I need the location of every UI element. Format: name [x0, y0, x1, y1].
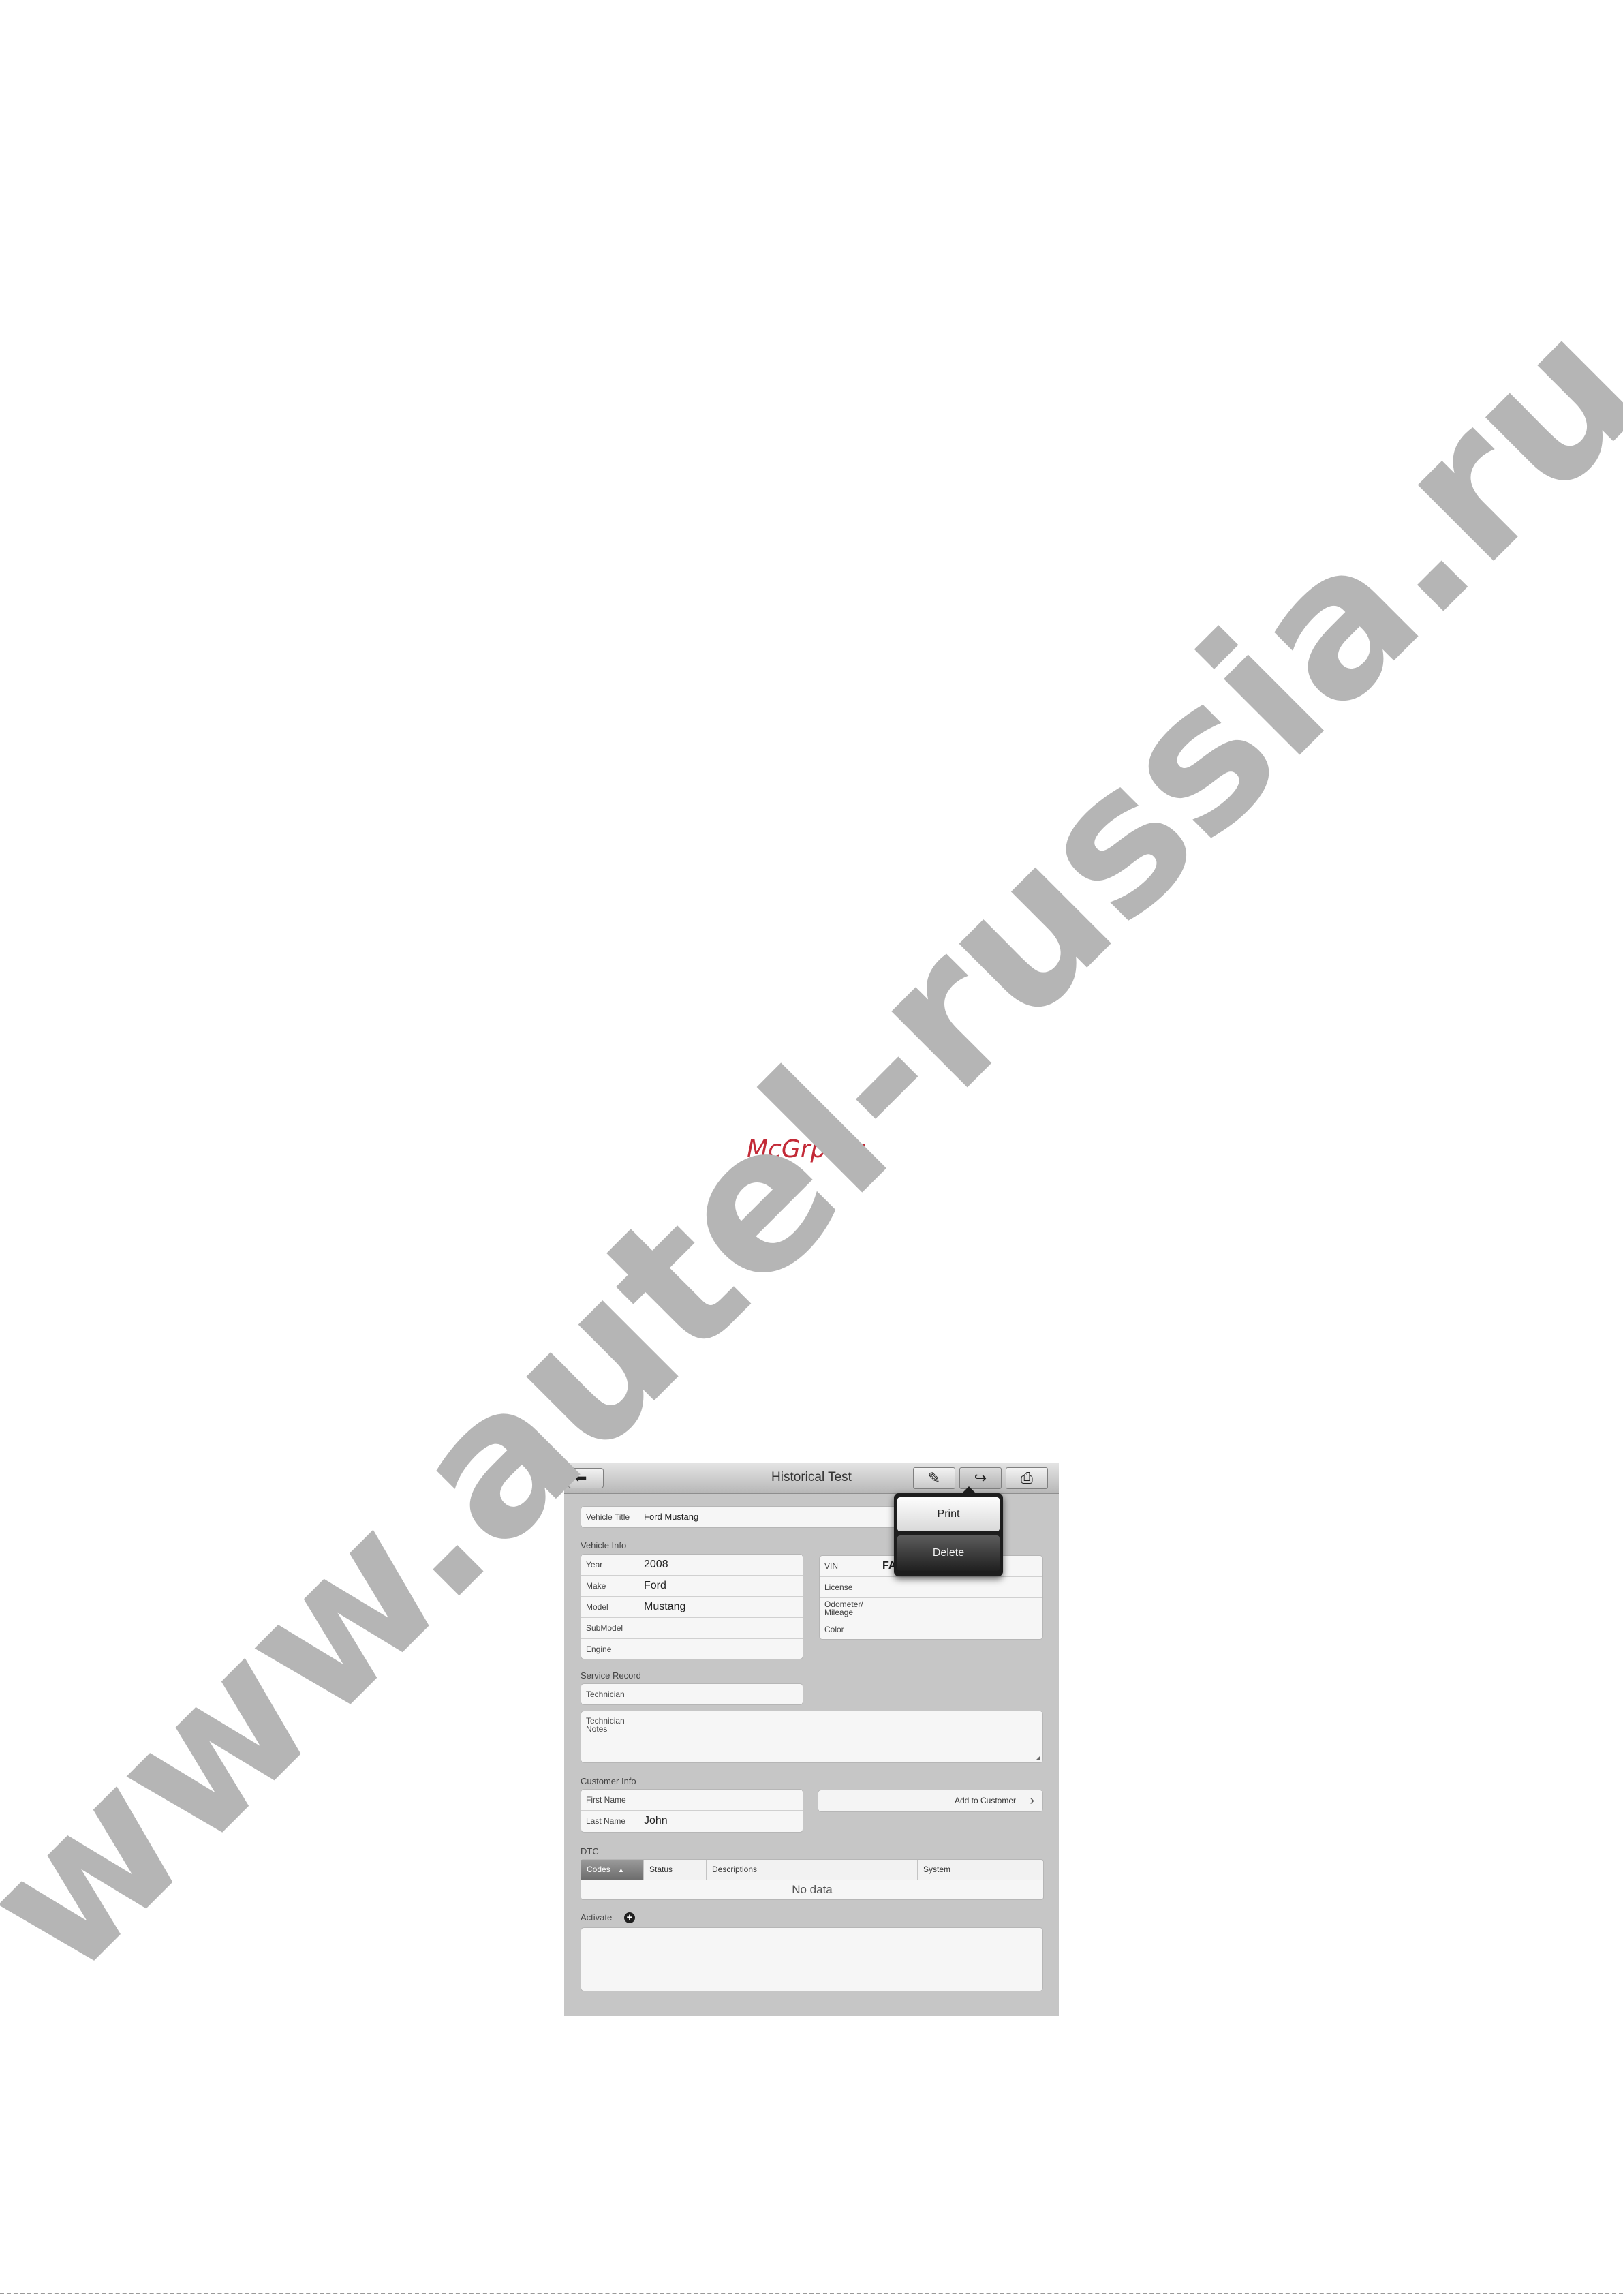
- first-name-label: First Name: [586, 1795, 626, 1805]
- engine-label: Engine: [586, 1644, 612, 1654]
- vehicle-info-left-group: Year 2008 Make Ford Model Mustang SubMod…: [581, 1554, 803, 1659]
- technician-notes-label: Technician Notes: [586, 1716, 625, 1734]
- chevron-right-icon: ›: [1030, 1793, 1034, 1808]
- edit-button[interactable]: ✎: [913, 1467, 955, 1489]
- vehicle-info-title: Vehicle Info: [581, 1540, 627, 1550]
- mcgrp-watermark: McGrp.Ru: [747, 1135, 867, 1163]
- activate-label: Activate: [581, 1912, 613, 1923]
- page-title: Historical Test: [771, 1470, 852, 1484]
- first-name-field[interactable]: First Name: [581, 1790, 803, 1811]
- add-circle-icon[interactable]: +: [624, 1912, 635, 1923]
- dtc-table-header: Codes ▲ Status Descriptions System: [581, 1859, 1044, 1880]
- share-popover-menu: Print Delete: [894, 1486, 1003, 1576]
- year-field[interactable]: Year 2008: [581, 1555, 803, 1576]
- service-record-title: Service Record: [581, 1670, 641, 1681]
- print-button[interactable]: ⎙: [1006, 1467, 1048, 1489]
- back-button[interactable]: ⬅: [568, 1468, 604, 1488]
- submodel-field[interactable]: SubModel: [581, 1618, 803, 1639]
- technician-field[interactable]: Technician: [581, 1683, 803, 1705]
- make-field[interactable]: Make Ford: [581, 1576, 803, 1597]
- license-field[interactable]: License: [820, 1577, 1042, 1598]
- dtc-column-codes[interactable]: Codes ▲: [581, 1860, 644, 1880]
- last-name-label: Last Name: [586, 1816, 626, 1826]
- share-icon: ↪: [974, 1469, 987, 1486]
- last-name-value: John: [644, 1815, 668, 1826]
- dtc-column-system-label: System: [923, 1865, 951, 1874]
- license-label: License: [824, 1582, 853, 1592]
- model-label: Model: [586, 1602, 608, 1612]
- back-arrow-icon: ⬅: [574, 1469, 587, 1486]
- model-value: Mustang: [644, 1601, 686, 1612]
- model-field[interactable]: Model Mustang: [581, 1597, 803, 1618]
- year-label: Year: [586, 1560, 603, 1570]
- dtc-column-descriptions-label: Descriptions: [712, 1865, 758, 1874]
- submodel-label: SubModel: [586, 1623, 623, 1633]
- dtc-column-codes-label: Codes: [587, 1865, 610, 1874]
- dtc-empty-row: No data: [581, 1880, 1044, 1900]
- vehicle-title-field[interactable]: Vehicle Title Ford Mustang: [581, 1506, 909, 1528]
- color-field[interactable]: Color: [820, 1619, 1042, 1640]
- printer-icon: ⎙: [1021, 1469, 1033, 1486]
- engine-field[interactable]: Engine: [581, 1639, 803, 1659]
- technician-label: Technician: [586, 1689, 625, 1699]
- activate-area[interactable]: [581, 1927, 1043, 1991]
- dtc-column-status-label: Status: [649, 1865, 673, 1874]
- top-bar: ⬅ Historical Test ✎ ↪ ⎙: [564, 1463, 1059, 1494]
- resize-grip-icon[interactable]: [1036, 1756, 1040, 1760]
- customer-info-group: First Name Last Name John: [581, 1789, 803, 1833]
- vehicle-title-value: Ford Mustang: [644, 1512, 699, 1522]
- dtc-title: DTC: [581, 1846, 599, 1856]
- historical-test-screen: ⬅ Historical Test ✎ ↪ ⎙ Vehicle Title Fo…: [564, 1463, 1059, 2016]
- customer-info-title: Customer Info: [581, 1776, 636, 1786]
- dtc-column-status[interactable]: Status: [644, 1860, 707, 1880]
- odometer-label: Odometer/ Mileage: [824, 1599, 863, 1617]
- add-to-customer-button[interactable]: Add to Customer ›: [818, 1790, 1043, 1812]
- add-to-customer-label: Add to Customer: [954, 1796, 1016, 1805]
- sort-arrow-icon: ▲: [618, 1867, 624, 1873]
- last-name-field[interactable]: Last Name John: [581, 1811, 803, 1831]
- technician-notes-field[interactable]: Technician Notes: [581, 1711, 1043, 1763]
- delete-menu-item[interactable]: Delete: [897, 1535, 1000, 1571]
- make-label: Make: [586, 1581, 606, 1591]
- year-value: 2008: [644, 1559, 668, 1570]
- print-menu-item[interactable]: Print: [897, 1497, 1000, 1531]
- edit-icon: ✎: [927, 1469, 941, 1486]
- make-value: Ford: [644, 1580, 666, 1591]
- color-label: Color: [824, 1625, 844, 1634]
- page-bottom-rule: [0, 2293, 1623, 2294]
- vin-label: VIN: [824, 1561, 839, 1571]
- dtc-column-system[interactable]: System: [918, 1860, 1043, 1880]
- dtc-column-descriptions[interactable]: Descriptions: [707, 1860, 918, 1880]
- vehicle-title-label: Vehicle Title: [586, 1512, 630, 1522]
- odometer-field[interactable]: Odometer/ Mileage: [820, 1598, 1042, 1619]
